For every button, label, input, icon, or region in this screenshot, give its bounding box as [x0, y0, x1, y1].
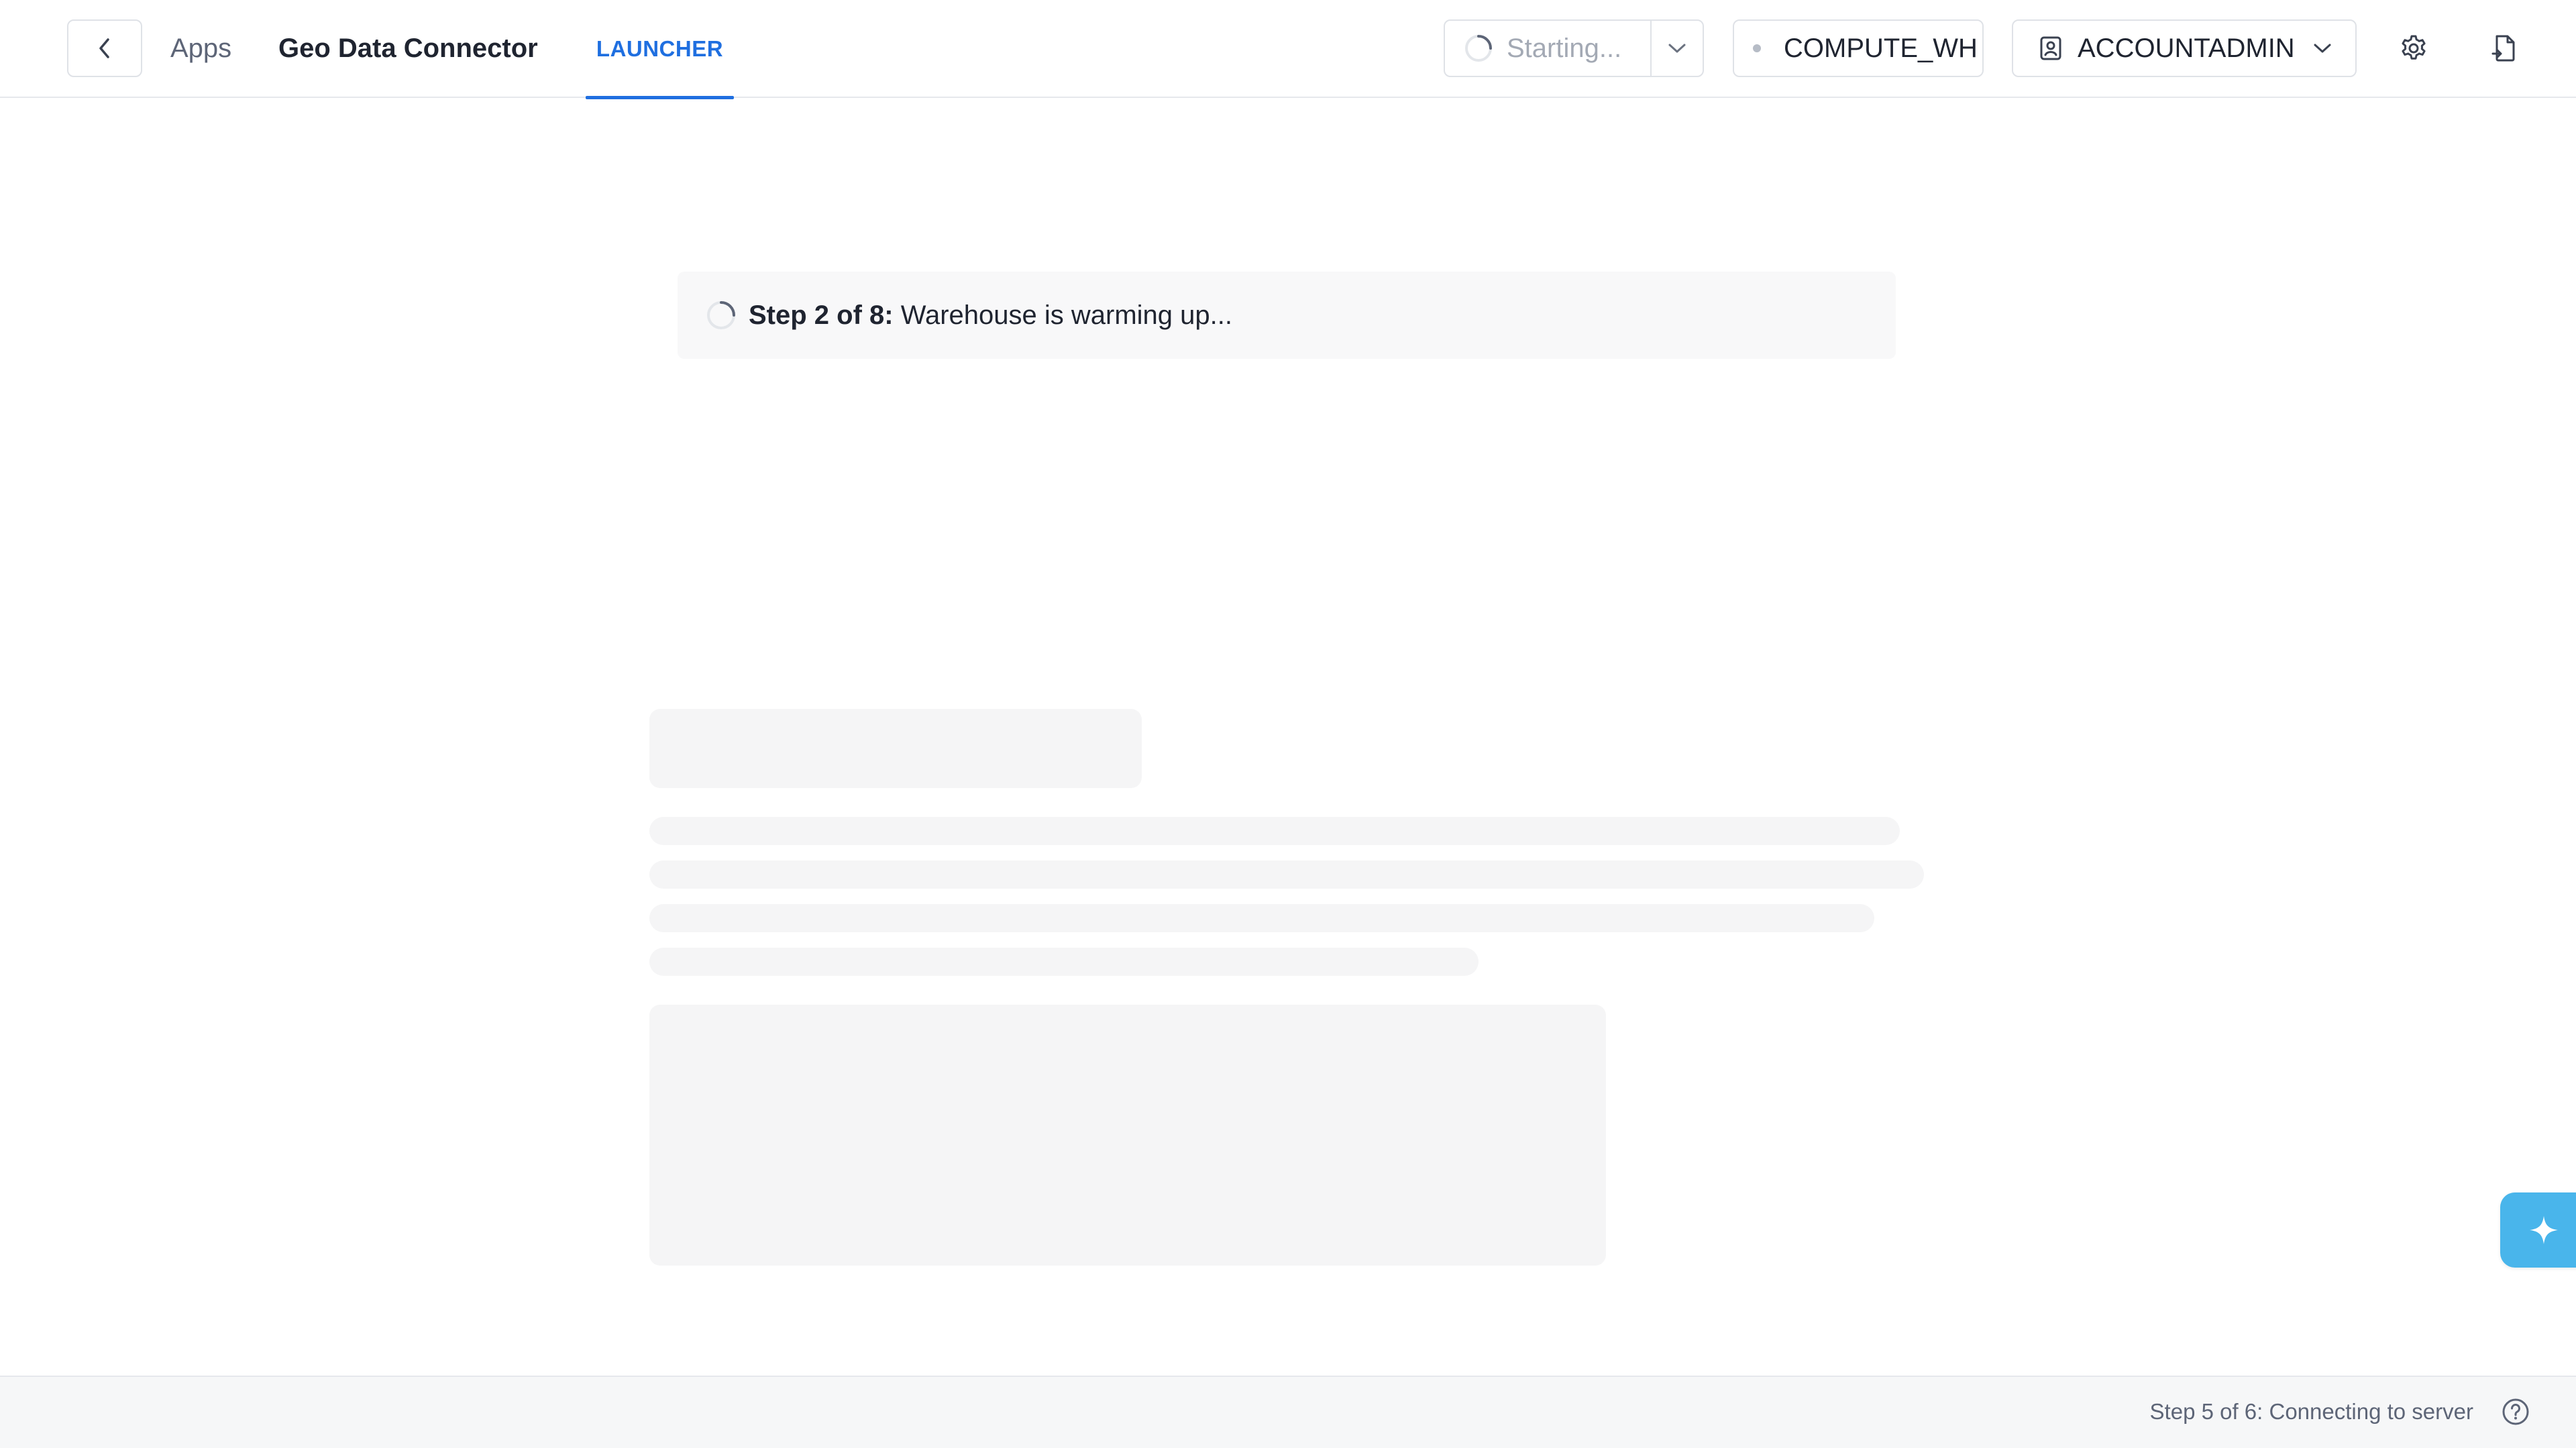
ai-assistant-button[interactable]: [2500, 1192, 2576, 1268]
status-dot-icon: [1753, 44, 1761, 52]
app-title: Geo Data Connector: [278, 34, 538, 63]
skeleton-line-placeholder: [649, 948, 1479, 976]
role-label: ACCOUNTADMIN: [2078, 33, 2295, 63]
step-message: Warehouse is warming up...: [893, 300, 1232, 330]
help-button[interactable]: [2501, 1397, 2530, 1427]
sparkle-icon: [2528, 1215, 2559, 1245]
status-footer: Step 5 of 6: Connecting to server: [0, 1376, 2576, 1448]
document-share-icon: [2491, 34, 2518, 63]
run-menu-button[interactable]: [1652, 21, 1703, 76]
skeleton-line-placeholder: [649, 817, 1900, 845]
step-progress-text: Step 2 of 8: Warehouse is warming up...: [749, 300, 1232, 331]
chevron-left-icon: [95, 36, 114, 60]
skeleton-line-placeholder: [649, 904, 1874, 932]
tab-launcher[interactable]: LAUNCHER: [586, 0, 734, 99]
spinner-icon: [1464, 34, 1493, 63]
top-bar: Apps Geo Data Connector LAUNCHER Startin…: [0, 0, 2576, 99]
help-circle-icon: [2502, 1398, 2530, 1426]
tab-launcher-label: LAUNCHER: [596, 36, 724, 61]
settings-button[interactable]: [2394, 28, 2434, 68]
share-button[interactable]: [2485, 28, 2525, 68]
skeleton-block-placeholder: [649, 1005, 1606, 1266]
footer-status-text: Step 5 of 6: Connecting to server: [2149, 1399, 2473, 1424]
chevron-down-icon: [2312, 42, 2332, 55]
breadcrumb-apps-link[interactable]: Apps: [170, 30, 231, 67]
role-selector[interactable]: ACCOUNTADMIN: [2012, 19, 2357, 77]
skeleton-title-placeholder: [649, 709, 1142, 788]
chevron-down-icon: [1667, 42, 1687, 55]
gear-icon: [2399, 34, 2428, 63]
warehouse-selector[interactable]: COMPUTE_WH: [1733, 19, 1984, 77]
run-status-button[interactable]: Starting...: [1445, 21, 1652, 76]
spinner-icon: [706, 300, 737, 331]
run-status-label: Starting...: [1507, 33, 1622, 63]
user-badge-icon: [2039, 36, 2063, 61]
step-progress-banner: Step 2 of 8: Warehouse is warming up...: [678, 272, 1896, 359]
step-counter: Step 2 of 8:: [749, 300, 894, 330]
run-status-control: Starting...: [1444, 19, 1704, 77]
back-button[interactable]: [67, 19, 142, 77]
skeleton-line-placeholder: [649, 860, 1924, 889]
warehouse-label: COMPUTE_WH: [1784, 33, 1978, 63]
